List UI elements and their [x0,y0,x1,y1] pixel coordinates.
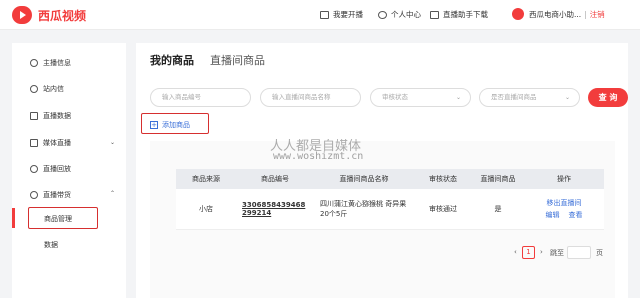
divider: | [584,9,587,19]
download-label: 直播助手下载 [443,10,488,19]
product-table: 商品来源 商品编号 直播间商品名称 审核状态 直播间商品 操作 小店 33068… [176,169,604,230]
chevron-down-icon: ⌄ [455,94,461,101]
sidebar-item-anchor-info[interactable]: 主播信息 [30,58,71,68]
page-1-button[interactable]: 1 [522,246,535,259]
product-code-link[interactable]: 3306858439468299214 [236,189,314,230]
product-code-input[interactable]: 输入商品编号 [150,88,251,107]
download-icon [430,10,439,19]
goto-page-input[interactable] [567,246,591,259]
avatar [512,8,524,20]
sidebar-item-label: 直播带货 [43,191,71,199]
sidebar-item-label: 直播回放 [43,165,71,173]
sidebar-item-replay[interactable]: 直播回放 [30,164,71,174]
review-status-select[interactable]: 审核状态 ⌄ [370,88,471,107]
watermark-line-2: www.woshizmt.cn [273,151,364,162]
user-name: 西瓜电商小助... [529,9,582,19]
active-indicator [12,208,15,228]
sidebar-item-media-live[interactable]: 媒体直播 [30,138,71,148]
highlight-box [141,113,209,134]
main-content: 我的商品 直播间商品 输入商品编号 输入直播间商品名称 审核状态 ⌄ 是否直播间商… [136,43,628,298]
query-button[interactable]: 查 询 [588,88,628,107]
replay-icon [30,165,38,173]
sidebar-item-data[interactable]: 数据 [44,240,58,250]
tab-live-products[interactable]: 直播间商品 [210,52,265,68]
row-actions: 移出直播间 编辑 查看 [524,189,604,230]
is-live-product: 是 [472,189,524,230]
chevron-up-icon[interactable]: ⌃ [110,190,115,197]
chart-icon [30,112,38,120]
play-logo-icon [12,6,32,24]
table-header: 商品来源 商品编号 直播间商品名称 审核状态 直播间商品 操作 [176,169,604,189]
sidebar-item-label: 主播信息 [43,59,71,67]
sidebar-item-live-data[interactable]: 直播数据 [30,111,71,121]
sidebar-item-label: 数据 [44,241,58,249]
go-live-label: 我要开播 [333,10,363,19]
media-icon [30,139,38,147]
table-row: 小店 3306858439468299214 四川蒲江黄心猕猴桃 奇异果20个5… [176,189,604,230]
column-header: 商品来源 [176,169,236,189]
live-product-name-input[interactable]: 输入直播间商品名称 [260,88,361,107]
next-page-button[interactable]: › [540,248,543,256]
review-status-placeholder: 审核状态 [382,93,408,101]
shopping-icon [30,191,38,199]
column-header: 审核状态 [414,169,472,189]
sidebar: 主播信息 站内信 直播数据 媒体直播 ⌄ 直播回放 直播带货 ⌃ 商品管理 数据 [12,43,126,298]
review-status: 审核通过 [414,189,472,230]
product-title: 四川蒲江黄心猕猴桃 奇异果20个5斤 [314,189,414,230]
is-live-placeholder: 是否直播间商品 [491,93,537,101]
edit-link[interactable]: 编辑 [546,211,560,219]
column-header: 商品编号 [236,169,314,189]
message-icon [30,85,38,93]
sidebar-item-live-commerce[interactable]: 直播带货 [30,190,71,200]
sidebar-item-label: 站内信 [43,85,64,93]
go-live-link[interactable]: 我要开播 [320,9,363,20]
app-name: 西瓜视频 [38,8,87,23]
top-bar: 西瓜视频 我要开播 个人中心 直播助手下载 西瓜电商小助... | 注销 [0,0,640,30]
logo[interactable]: 西瓜视频 [12,6,86,24]
chevron-down-icon: ⌄ [564,94,570,101]
column-header: 操作 [524,169,604,189]
remove-from-live-link[interactable]: 移出直播间 [524,197,604,209]
personal-center-link[interactable]: 个人中心 [378,9,421,20]
user-circle-icon [30,59,38,67]
user-menu[interactable]: 西瓜电商小助... | 注销 [512,8,605,20]
user-icon [378,10,387,19]
column-header: 直播间商品 [472,169,524,189]
download-assistant-link[interactable]: 直播助手下载 [430,9,488,20]
video-icon [320,10,329,19]
product-source: 小店 [176,189,236,230]
page-unit-label: 页 [596,249,603,257]
is-live-product-select[interactable]: 是否直播间商品 ⌄ [479,88,580,107]
logout-link[interactable]: 注销 [590,9,605,20]
sidebar-item-label: 直播数据 [43,112,71,120]
sidebar-item-label: 媒体直播 [43,139,71,147]
chevron-down-icon[interactable]: ⌄ [110,139,115,146]
view-link[interactable]: 查看 [568,211,582,219]
personal-center-label: 个人中心 [391,10,421,19]
highlight-box [28,207,98,229]
sidebar-item-messages[interactable]: 站内信 [30,84,64,94]
prev-page-button[interactable]: ‹ [514,248,517,256]
column-header: 直播间商品名称 [314,169,414,189]
tab-my-products[interactable]: 我的商品 [150,52,194,68]
goto-label: 跳至 [550,249,564,257]
